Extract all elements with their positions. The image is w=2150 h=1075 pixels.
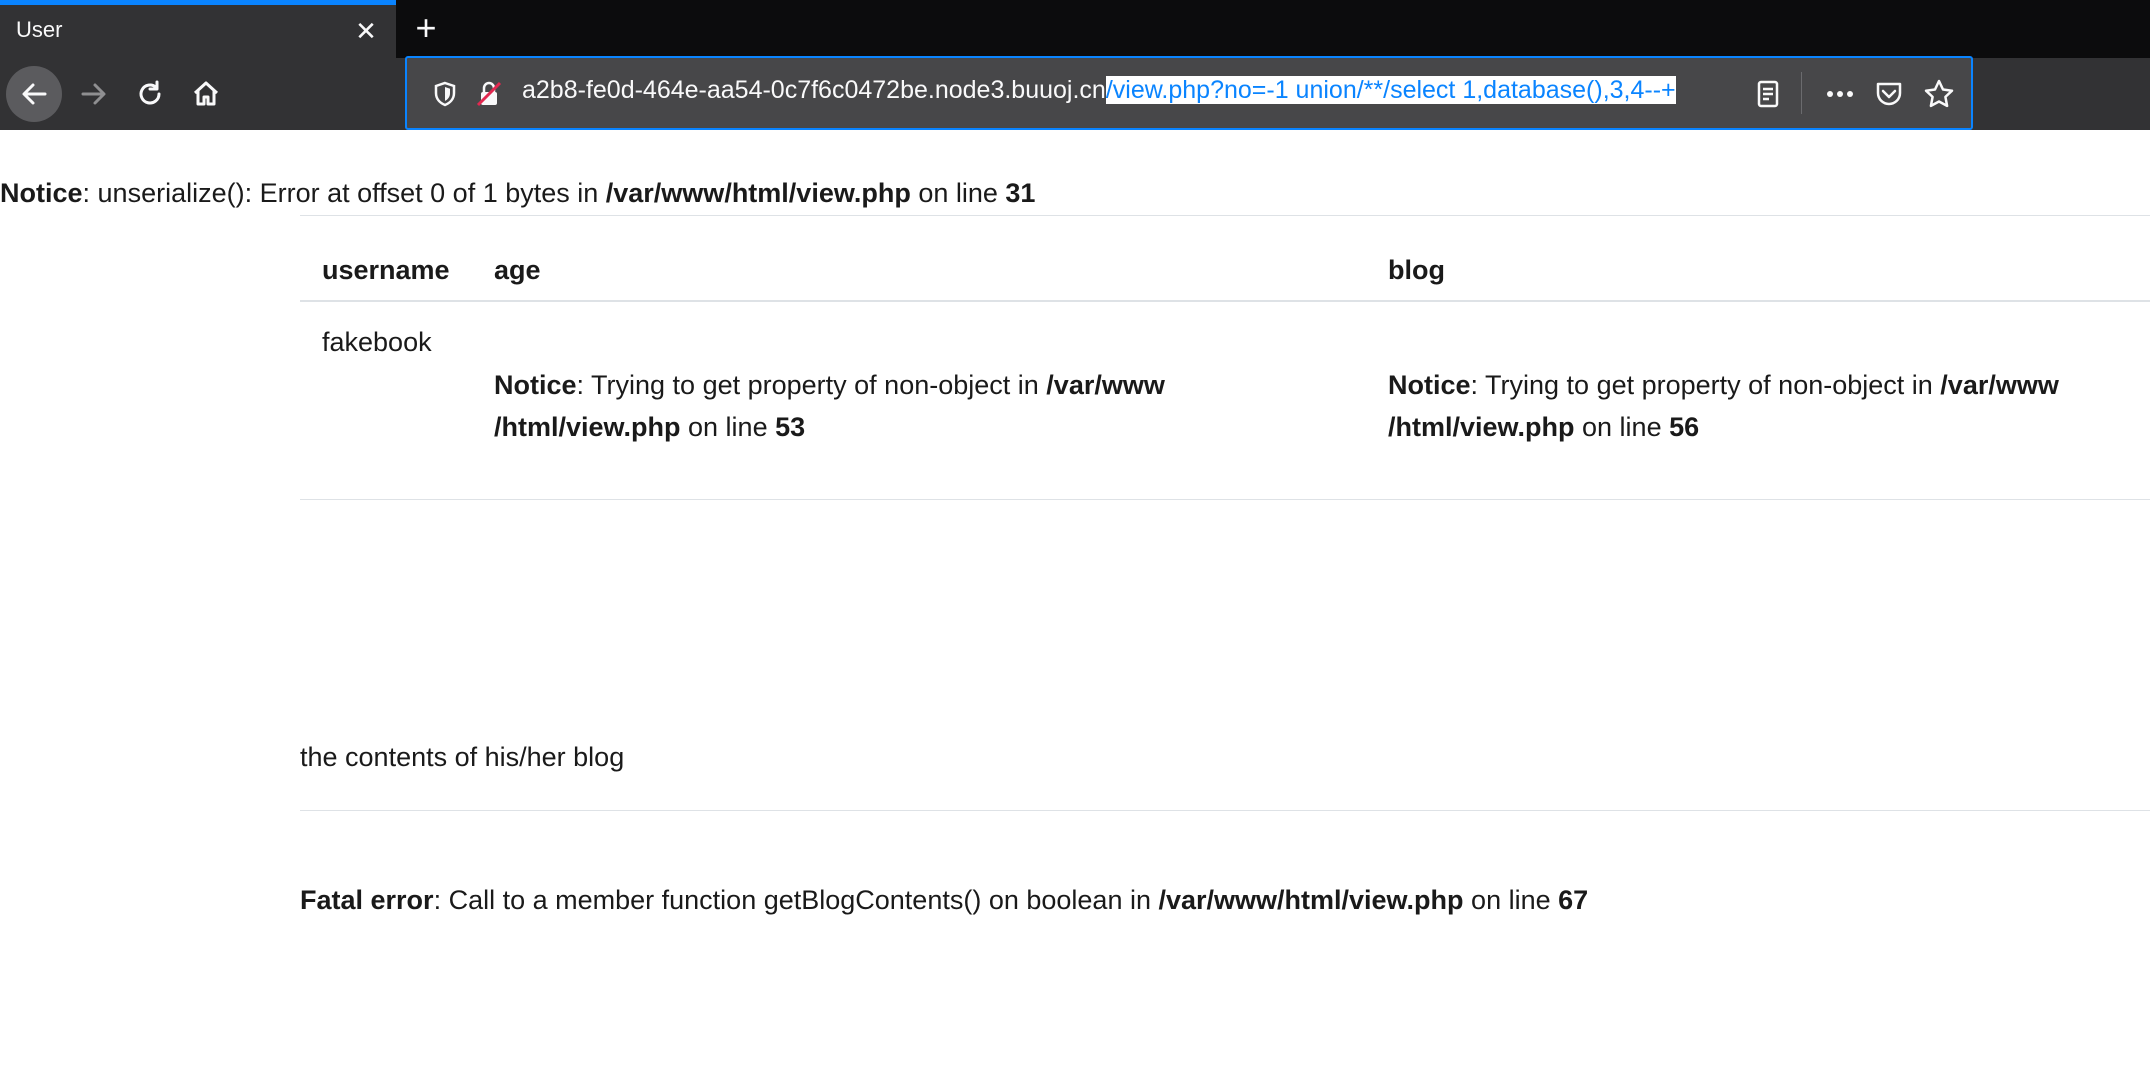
page-content: Notice: unserialize(): Error at offset 0… bbox=[0, 130, 2150, 1075]
forward-arrow-icon bbox=[81, 83, 106, 105]
tab-title: User bbox=[16, 17, 63, 42]
tab-user[interactable]: User ✕ bbox=[0, 0, 396, 58]
notice-line-number: 31 bbox=[1005, 178, 1036, 208]
fatal-message: : Call to a member function getBlogConte… bbox=[433, 885, 1159, 915]
blog-notice-line-number: 56 bbox=[1669, 412, 1700, 442]
url-separator bbox=[1801, 72, 1802, 114]
home-icon bbox=[193, 81, 219, 106]
age-notice-line-number: 53 bbox=[775, 412, 806, 442]
blog-notice-file-part1: /var/www bbox=[1940, 370, 2059, 400]
pocket-icon[interactable] bbox=[1873, 78, 1905, 110]
unserialize-notice: Notice: unserialize(): Error at offset 0… bbox=[0, 178, 1035, 209]
fatal-file: /var/www/html/view.php bbox=[1158, 885, 1464, 915]
blog-divider bbox=[300, 810, 2150, 811]
blog-contents-text: the contents of his/her blog bbox=[300, 742, 625, 772]
url-host: a2b8-fe0d-464e-aa54-0c7f6c0472be.node3.b… bbox=[522, 76, 1106, 104]
reload-icon bbox=[139, 80, 161, 105]
url-text[interactable]: a2b8-fe0d-464e-aa54-0c7f6c0472be.node3.b… bbox=[522, 76, 1676, 105]
blog-notice-message: : Trying to get property of non-object i… bbox=[1470, 370, 1941, 400]
back-button[interactable] bbox=[6, 66, 62, 122]
browser-chrome: User ✕ + a2b8-fe0d-464e-aa54-0c7f6c0472b… bbox=[0, 0, 2150, 130]
header-username: username bbox=[322, 255, 450, 285]
fatal-on-line: on line bbox=[1463, 885, 1559, 915]
tab-strip: User ✕ + bbox=[0, 0, 2150, 58]
back-arrow-icon bbox=[22, 83, 47, 105]
cell-username: fakebook bbox=[322, 327, 432, 357]
reload-button[interactable] bbox=[122, 66, 178, 122]
fatal-error: Fatal error: Call to a member function g… bbox=[300, 885, 1588, 916]
header-blog: blog bbox=[1388, 255, 1445, 285]
header-border bbox=[300, 300, 2150, 302]
age-notice-on-line: on line bbox=[680, 412, 776, 442]
age-notice-file-part2: /html/view.php bbox=[494, 412, 681, 442]
age-notice-file-part1: /var/www bbox=[1046, 370, 1165, 400]
cell-age-notice: Notice: Trying to get property of non-ob… bbox=[494, 364, 1165, 448]
close-tab-icon[interactable]: ✕ bbox=[352, 17, 380, 45]
url-bar[interactable]: a2b8-fe0d-464e-aa54-0c7f6c0472be.node3.b… bbox=[405, 56, 1973, 130]
notice-message: : unserialize(): Error at offset 0 of 1 … bbox=[82, 178, 606, 208]
notice-file: /var/www/html/view.php bbox=[605, 178, 911, 208]
bookmark-star-icon[interactable] bbox=[1923, 78, 1955, 110]
blog-notice-on-line: on line bbox=[1574, 412, 1670, 442]
fatal-label: Fatal error bbox=[300, 885, 434, 915]
age-notice-label: Notice bbox=[494, 370, 577, 400]
notice-on-line: on line bbox=[910, 178, 1006, 208]
home-button[interactable] bbox=[178, 66, 234, 122]
shield-icon[interactable] bbox=[431, 80, 459, 108]
forward-button[interactable] bbox=[66, 66, 122, 122]
row-border bbox=[300, 499, 2150, 500]
blog-notice-file-part2: /html/view.php bbox=[1388, 412, 1575, 442]
cell-blog-notice: Notice: Trying to get property of non-ob… bbox=[1388, 364, 2059, 448]
header-age: age bbox=[494, 255, 541, 285]
reader-view-icon[interactable] bbox=[1752, 78, 1784, 110]
url-selected-path: /view.php?no=-1 union/**/select 1,databa… bbox=[1105, 76, 1676, 104]
blog-notice-label: Notice bbox=[1388, 370, 1471, 400]
more-actions-icon[interactable] bbox=[1824, 78, 1856, 110]
age-notice-message: : Trying to get property of non-object i… bbox=[576, 370, 1047, 400]
new-tab-icon[interactable]: + bbox=[410, 10, 442, 46]
notice-label: Notice bbox=[0, 178, 83, 208]
insecure-lock-icon[interactable] bbox=[475, 80, 503, 108]
fatal-line-number: 67 bbox=[1558, 885, 1589, 915]
table-top-border bbox=[300, 215, 2150, 216]
